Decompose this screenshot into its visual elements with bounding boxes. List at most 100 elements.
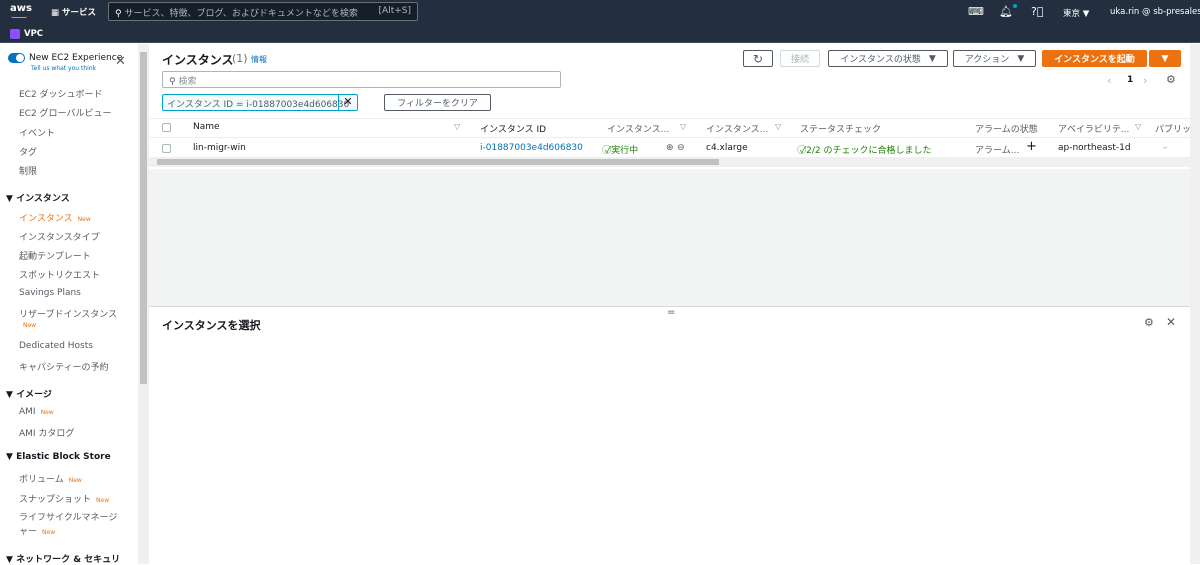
cell-az: ap-northeast-1d xyxy=(1058,143,1131,153)
aws-smile-icon xyxy=(11,16,27,18)
cell-state: ✓⃝実行中 xyxy=(605,146,639,156)
column-header-instance-type[interactable]: インスタンス... xyxy=(706,122,768,135)
sidebar-item[interactable]: リザーブドインスタンス New xyxy=(19,307,117,330)
gear-icon[interactable]: ⚙ xyxy=(1144,316,1154,329)
refresh-icon: ↻ xyxy=(752,51,764,66)
row-checkbox[interactable] xyxy=(162,144,171,153)
sidebar-item[interactable]: スポットリクエスト xyxy=(19,268,100,281)
vpc-shortcut[interactable]: VPC xyxy=(24,29,43,39)
column-header-status-check[interactable]: ステータスチェック xyxy=(800,122,881,135)
sort-icon[interactable]: ▽ xyxy=(680,122,686,131)
details-panel: = インスタンスを選択 ⚙ ✕ xyxy=(149,306,1190,564)
close-icon[interactable]: ✕ xyxy=(1166,315,1176,329)
sort-icon[interactable]: ▽ xyxy=(454,122,460,131)
clear-filters-button[interactable]: フィルターをクリア xyxy=(384,94,491,111)
sidebar-section-header[interactable]: ▼ Elastic Block Store xyxy=(6,452,111,462)
page-title: インスタンス xyxy=(162,53,234,67)
zoom-in-icon[interactable]: ⊕ xyxy=(666,143,674,153)
resize-handle[interactable]: = xyxy=(667,307,675,318)
caret-down-icon: ▼ xyxy=(6,193,17,204)
notification-dot xyxy=(1013,4,1017,8)
refresh-button[interactable]: ↻ xyxy=(743,50,773,67)
new-badge: New xyxy=(96,496,110,504)
cell-type: c4.xlarge xyxy=(706,143,748,153)
add-alarm-icon[interactable]: + xyxy=(1026,139,1037,154)
launch-instance-button[interactable]: インスタンスを起動 xyxy=(1042,50,1147,67)
sort-icon[interactable]: ▽ xyxy=(1135,122,1141,131)
new-badge: New xyxy=(77,215,91,223)
close-icon[interactable]: ✕ xyxy=(115,54,126,69)
remove-filter-icon[interactable]: ✕ xyxy=(338,95,357,110)
gear-icon[interactable]: ⚙ xyxy=(1166,73,1176,86)
info-link[interactable]: 情報 xyxy=(251,54,267,65)
column-header-public[interactable]: パブリッ xyxy=(1155,122,1190,135)
caret-down-icon: ▼ xyxy=(1161,53,1169,64)
actions-button[interactable]: アクション ▼ xyxy=(953,50,1036,67)
bell-icon[interactable]: 🔔︎ xyxy=(999,5,1013,18)
new-badge: New xyxy=(40,408,54,416)
sidebar-scroll-thumb[interactable] xyxy=(140,52,147,384)
sidebar-item[interactable]: AMI New xyxy=(19,407,54,417)
details-title: インスタンスを選択 xyxy=(162,319,261,332)
sidebar-item[interactable]: イベント xyxy=(19,126,55,139)
sidebar-item[interactable]: Dedicated Hosts xyxy=(19,341,93,351)
feedback-link[interactable]: Tell us what you think xyxy=(31,65,96,72)
account-menu[interactable]: uka.rin @ sb-presales ▼ xyxy=(1110,7,1200,17)
cell-public: – xyxy=(1163,143,1168,153)
sidebar-item[interactable]: ボリューム New xyxy=(19,472,82,485)
instance-id-link[interactable]: i-01887003e4d606830 xyxy=(480,143,583,153)
sidebar-item[interactable]: インスタンスタイプ xyxy=(19,230,100,243)
caret-down-icon: ▼ xyxy=(6,389,17,400)
sidebar-section-header[interactable]: ▼ インスタンス xyxy=(6,191,70,204)
zoom-out-icon[interactable]: ⊖ xyxy=(677,143,685,153)
services-menu[interactable]: ▦ サービス xyxy=(51,6,96,18)
sidebar-section-header[interactable]: ▼ ネットワーク & セキュリ xyxy=(6,552,120,565)
help-icon[interactable]: ?⃝ xyxy=(1031,5,1043,18)
select-all-checkbox[interactable] xyxy=(162,123,171,132)
next-page-icon[interactable]: › xyxy=(1143,74,1147,87)
column-header-alarm[interactable]: アラームの状態 xyxy=(975,122,1038,135)
caret-down-icon: ▼ xyxy=(6,554,17,565)
caret-down-icon: ▼ xyxy=(1017,53,1025,64)
table-scroll-thumb[interactable] xyxy=(157,159,719,165)
sidebar-item[interactable]: EC2 ダッシュボード xyxy=(19,87,103,100)
sidebar-item[interactable]: AMI カタログ xyxy=(19,426,74,439)
sidebar-section-header[interactable]: ▼ イメージ xyxy=(6,387,52,400)
filter-token[interactable]: インスタンス ID = i-01887003e4d606830 ✕ xyxy=(162,94,358,111)
new-experience-toggle[interactable] xyxy=(8,53,25,63)
cloudshell-icon[interactable]: ⌨ xyxy=(968,5,984,18)
instance-state-button[interactable]: インスタンスの状態 ▼ xyxy=(828,50,948,67)
sidebar-item[interactable]: EC2 グローバルビュー xyxy=(19,106,111,119)
sidebar-item[interactable]: スナップショット New xyxy=(19,492,109,505)
connect-button[interactable]: 接続 xyxy=(780,50,820,67)
caret-down-icon: ▼ xyxy=(928,53,936,64)
sidebar-item[interactable]: Savings Plans xyxy=(19,288,81,298)
column-header-name[interactable]: Name xyxy=(193,122,220,132)
page-number[interactable]: 1 xyxy=(1127,75,1133,85)
sidebar-item[interactable]: キャパシティーの予約 xyxy=(19,360,108,373)
sidebar-item[interactable]: タグ xyxy=(19,145,37,158)
new-badge: New xyxy=(23,322,37,329)
aws-logo[interactable]: aws xyxy=(10,3,32,14)
vpc-icon xyxy=(10,29,20,39)
sidebar-item[interactable]: インスタンス New xyxy=(19,211,91,224)
column-header-instance-state[interactable]: インスタンス... xyxy=(607,122,669,135)
caret-down-icon: ▼ xyxy=(6,452,17,463)
sort-icon[interactable]: ▽ xyxy=(775,122,781,131)
search-input[interactable]: ⚲ 検索 xyxy=(162,71,561,88)
global-search-input[interactable]: ⚲ サービス、特徴、ブログ、およびドキュメントなどを検索 [Alt+S] xyxy=(108,2,418,21)
column-header-az[interactable]: アベイラビリテ... xyxy=(1058,122,1129,135)
instance-count: (1) xyxy=(232,52,248,65)
sidebar-item[interactable]: 起動テンプレート xyxy=(19,249,91,262)
filter-token-label: インスタンス ID = i-01887003e4d606830 xyxy=(167,100,350,110)
region-selector[interactable]: 東京 ▼ xyxy=(1063,7,1089,19)
clear-filters-label: フィルターをクリア xyxy=(397,99,478,109)
launch-dropdown-button[interactable]: ▼ xyxy=(1149,50,1181,67)
column-header-instance-id[interactable]: インスタンス ID xyxy=(480,122,546,135)
sidebar: New EC2 Experience Tell us what you thin… xyxy=(0,44,138,565)
prev-page-icon[interactable]: ‹ xyxy=(1107,74,1111,87)
sidebar-item[interactable]: 制限 xyxy=(19,164,37,177)
sidebar-item[interactable]: ライフサイクルマネージャー New xyxy=(19,511,119,540)
page-scrollbar[interactable] xyxy=(1190,44,1200,564)
connect-label: 接続 xyxy=(790,55,809,65)
